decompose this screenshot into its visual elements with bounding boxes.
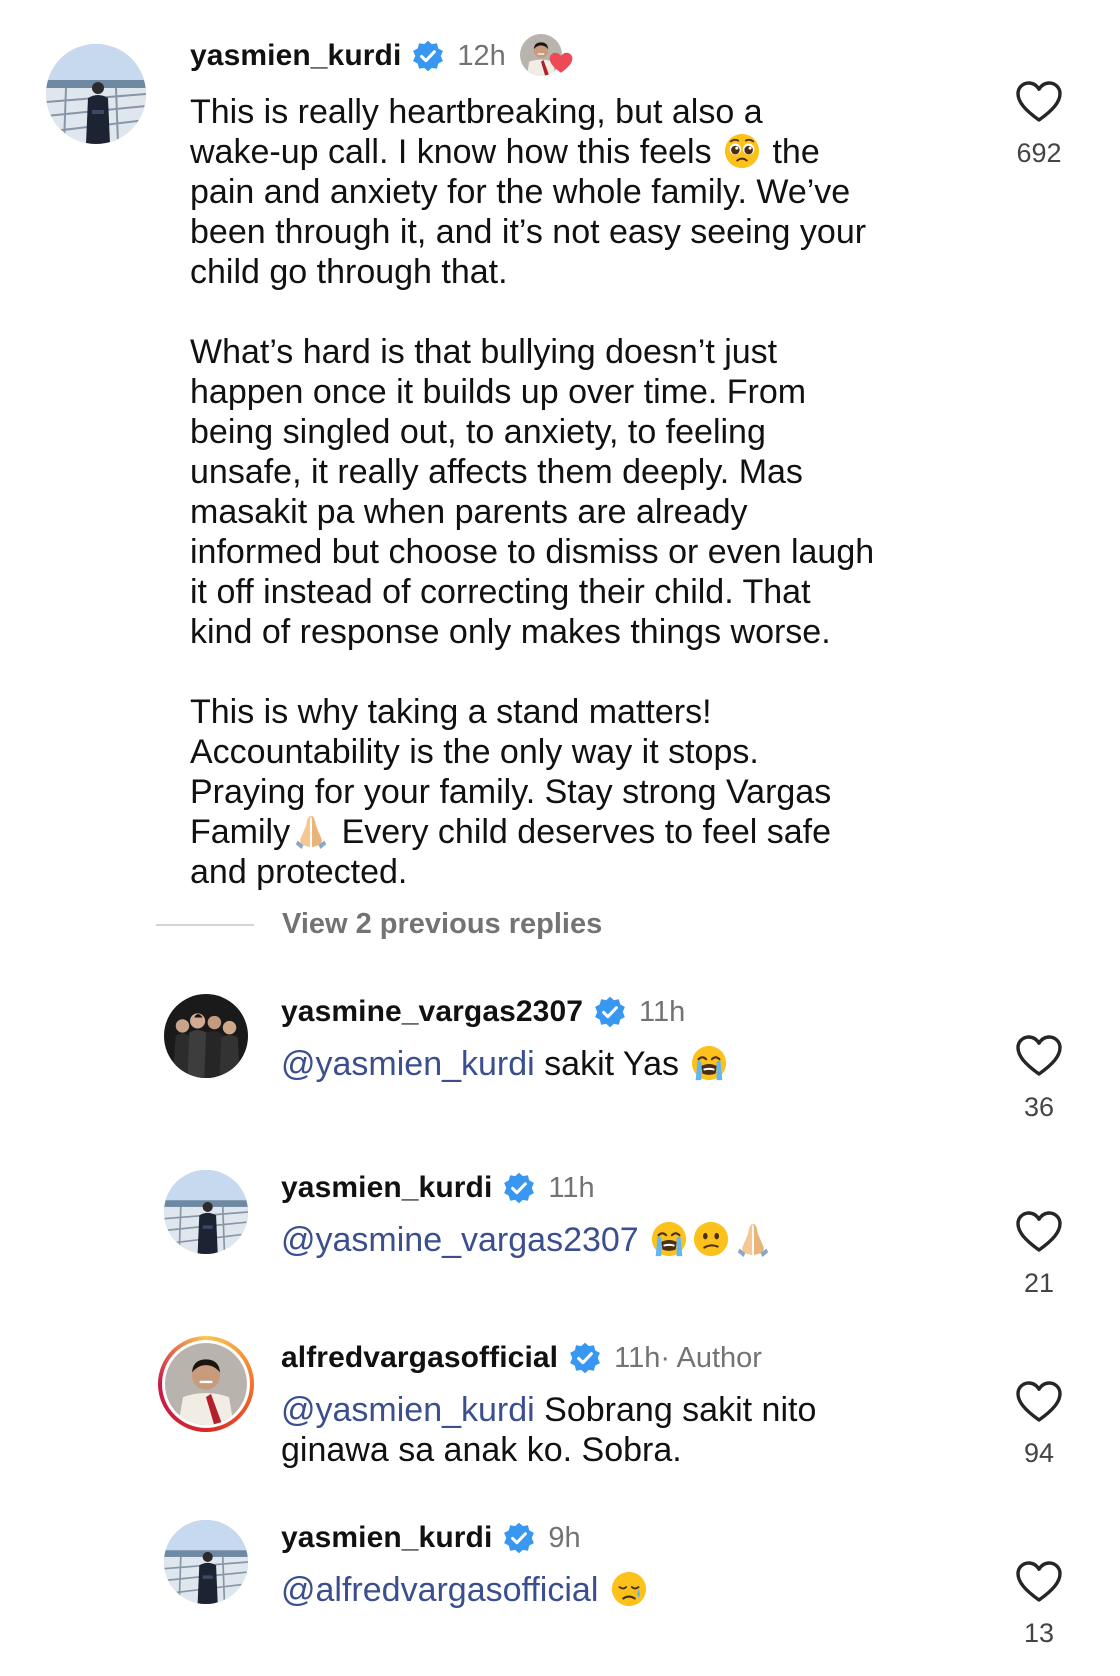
like-count: 13 [1023,1618,1055,1648]
timestamp: 9h [548,1521,581,1554]
like-count: 94 [1023,1438,1055,1468]
comment-text: @yasmien_kurdi Sobrang sakit nito ginawa… [281,1390,941,1470]
heart-outline-icon[interactable] [1015,1560,1063,1604]
like-count: 21 [1023,1268,1055,1298]
like-control: 94 [994,1380,1084,1469]
like-control: 21 [994,1210,1084,1299]
mention-link[interactable]: @yasmien_kurdi [281,1045,535,1083]
username[interactable]: yasmien_kurdi [281,1171,492,1205]
mention-link[interactable]: @alfredvargasofficial [281,1571,598,1609]
reply-item: yasmien_kurdi 11h @yasmine_vargas2307 21 [0,1166,1120,1316]
comment-text: @alfredvargasofficial [281,1570,941,1610]
username[interactable]: yasmien_kurdi [281,1521,492,1555]
verified-badge-icon [568,1341,602,1375]
username[interactable]: alfredvargasofficial [281,1341,558,1375]
mention-link[interactable]: @yasmine_vargas2307 [281,1221,639,1259]
loudly-crying-face-emoji [650,1220,688,1258]
reply-item: yasmine_vargas2307 11h @yasmien_kurdi sa… [0,990,1120,1140]
author-label: · Author [660,1341,762,1374]
comment-text-part [598,1571,607,1609]
avatar-image [46,44,146,144]
verified-badge-icon [593,995,627,1029]
heart-outline-icon[interactable] [1015,1380,1063,1424]
like-count: 692 [1016,138,1062,168]
comment-text-part: This is really heartbreaking, but also a… [190,93,763,171]
username[interactable]: yasmien_kurdi [190,39,401,73]
folded-hands-emoji [292,812,330,850]
comment-text: @yasmine_vargas2307 [281,1220,941,1260]
confused-face-emoji [692,1220,730,1258]
comment-text-part: sakit Yas [534,1045,689,1083]
avatar[interactable] [46,44,146,144]
comment-text: @yasmien_kurdi sakit Yas [281,1044,941,1084]
comment-parent: yasmien_kurdi 12h This is really heartbr… [0,0,1120,900]
verified-badge-icon [502,1521,536,1555]
view-previous-replies[interactable]: View 2 previous replies [156,908,602,941]
timestamp: 11h [614,1341,661,1374]
heart-outline-icon[interactable] [1015,1034,1063,1078]
pleading-face-emoji [723,132,761,170]
avatar[interactable] [158,1336,254,1432]
avatar[interactable] [164,1170,248,1254]
timestamp: 11h [639,995,686,1028]
avatar-image [165,1343,247,1425]
avatar-image [164,1520,248,1604]
like-control: 13 [994,1560,1084,1649]
verified-badge-icon [502,1171,536,1205]
comment-text-part [639,1221,648,1259]
reply-item: yasmien_kurdi 9h @alfredvargasofficial 1… [0,1516,1120,1666]
reply-item: alfredvargasofficial 11h · Author @yasmi… [0,1336,1120,1506]
username[interactable]: yasmine_vargas2307 [281,995,583,1029]
liked-by-author-icon [520,34,573,78]
divider [156,923,254,926]
like-control: 692 [994,80,1084,169]
mention-link[interactable]: @yasmien_kurdi [281,1391,535,1429]
like-control: 36 [994,1034,1084,1123]
comment-text-part: the pain and anxiety for the whole famil… [190,133,875,851]
verified-badge-icon [411,39,445,73]
view-replies-label: View 2 previous replies [282,908,603,940]
timestamp: 12h [457,39,506,72]
sad-but-relieved-face-emoji [610,1570,648,1608]
comment-text: This is really heartbreaking, but also a… [190,92,960,892]
heart-outline-icon[interactable] [1015,1210,1063,1254]
timestamp: 11h [548,1171,595,1204]
avatar-image [164,994,248,1078]
heart-outline-icon[interactable] [1015,80,1063,124]
loudly-crying-face-emoji [690,1044,728,1082]
like-count: 36 [1023,1092,1055,1122]
avatar-image [164,1170,248,1254]
avatar[interactable] [164,1520,248,1604]
folded-hands-emoji [734,1220,772,1258]
avatar[interactable] [164,994,248,1078]
